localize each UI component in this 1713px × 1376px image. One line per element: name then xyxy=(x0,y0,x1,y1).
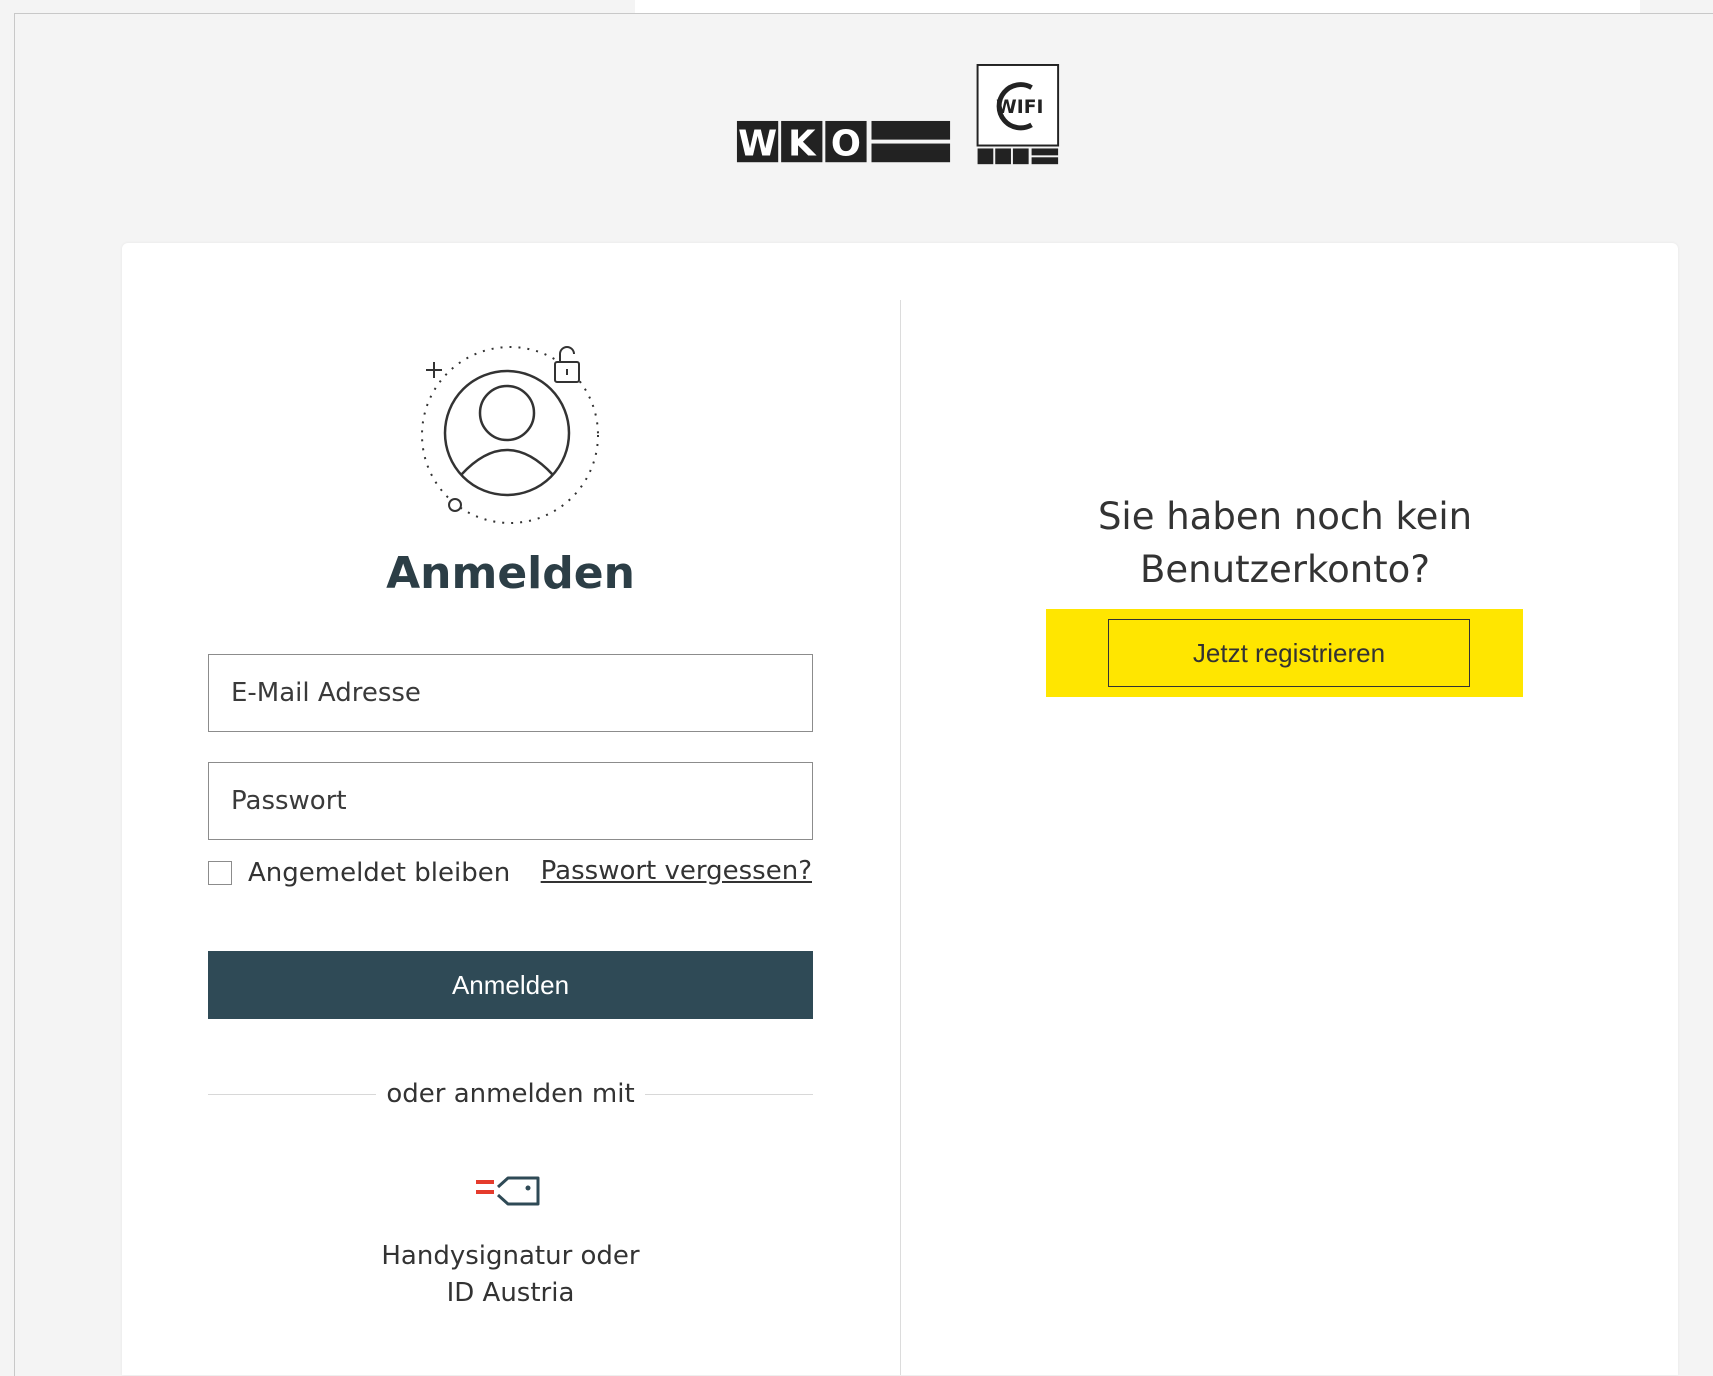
wko-logo: W K O xyxy=(736,120,951,164)
remember-label: Angemeldet bleiben xyxy=(248,858,511,888)
wifi-logo-text: WIFI xyxy=(996,97,1043,118)
user-lock-illustration-icon xyxy=(421,346,599,524)
handysignatur-icon[interactable] xyxy=(474,1170,546,1210)
logo-group: W K O WIFI xyxy=(736,64,1060,165)
handysignatur-line2: ID Austria xyxy=(446,1278,575,1308)
top-strip xyxy=(635,0,1640,13)
or-label: oder anmelden mit xyxy=(376,1079,645,1109)
email-input[interactable] xyxy=(209,655,812,731)
login-title: Anmelden xyxy=(386,548,635,599)
remember-checkbox[interactable] xyxy=(208,861,232,885)
register-button[interactable]: Jetzt registrieren xyxy=(1108,619,1470,687)
email-field[interactable] xyxy=(208,654,813,732)
password-field[interactable] xyxy=(208,762,813,840)
column-divider xyxy=(900,300,901,1375)
handysignatur-link[interactable]: Handysignatur oder ID Austria xyxy=(208,1238,813,1312)
wko-letter-o: O xyxy=(831,123,861,164)
remember-me[interactable]: Angemeldet bleiben xyxy=(208,858,510,888)
wifi-logo: WIFI xyxy=(976,64,1060,165)
handysignatur-line1: Handysignatur oder xyxy=(381,1241,640,1271)
login-button[interactable]: Anmelden xyxy=(208,951,813,1019)
wko-letter-k: K xyxy=(788,123,817,164)
register-prompt: Sie haben noch kein Benutzerkonto? xyxy=(1045,490,1525,596)
register-prompt-line1: Sie haben noch kein xyxy=(1097,495,1473,538)
register-prompt-line2: Benutzerkonto? xyxy=(1140,548,1430,591)
forgot-password-link[interactable]: Passwort vergessen? xyxy=(541,856,812,886)
password-input[interactable] xyxy=(209,763,812,839)
or-separator: oder anmelden mit xyxy=(208,1079,813,1109)
wko-letter-w: W xyxy=(738,123,777,164)
